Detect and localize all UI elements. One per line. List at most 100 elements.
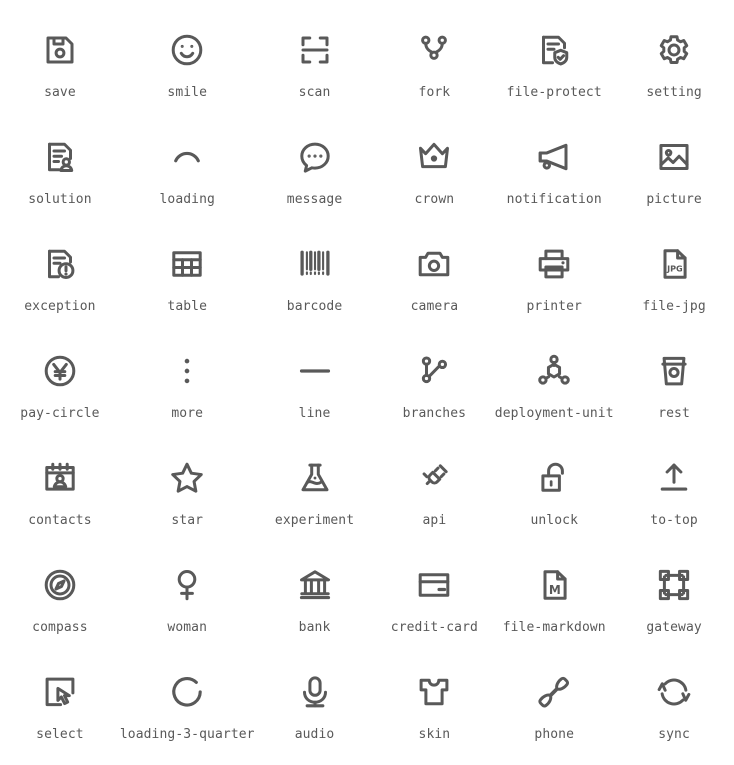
- icon-label: phone: [534, 727, 575, 742]
- icon-cell-solution[interactable]: solution: [0, 123, 120, 230]
- phone-icon[interactable]: [534, 672, 574, 712]
- icon-label: loading: [159, 192, 215, 207]
- deployment-unit-icon[interactable]: [534, 351, 574, 391]
- icon-cell-credit-card[interactable]: credit-card: [374, 551, 494, 658]
- loading-icon[interactable]: [167, 137, 207, 177]
- file-jpg-icon[interactable]: JPG: [654, 244, 694, 284]
- save-icon[interactable]: [40, 30, 80, 70]
- icon-cell-crown[interactable]: crown: [374, 123, 494, 230]
- icon-cell-smile[interactable]: smile: [120, 16, 255, 123]
- more-icon[interactable]: [167, 351, 207, 391]
- icon-label: table: [167, 299, 208, 314]
- icon-label: picture: [646, 192, 702, 207]
- icon-cell-loading[interactable]: loading: [120, 123, 255, 230]
- icon-cell-api[interactable]: api: [374, 444, 494, 551]
- icon-cell-file-jpg[interactable]: JPG file-jpg: [614, 230, 734, 337]
- crown-icon[interactable]: [414, 137, 454, 177]
- icon-cell-setting[interactable]: setting: [614, 16, 734, 123]
- to-top-icon[interactable]: [654, 458, 694, 498]
- icon-cell-gateway[interactable]: gateway: [614, 551, 734, 658]
- icon-cell-star[interactable]: star: [120, 444, 255, 551]
- icon-cell-more[interactable]: more: [120, 337, 255, 444]
- api-icon[interactable]: [414, 458, 454, 498]
- credit-card-icon[interactable]: [414, 565, 454, 605]
- audio-icon[interactable]: [295, 672, 335, 712]
- smile-icon[interactable]: [167, 30, 207, 70]
- icon-cell-printer[interactable]: printer: [494, 230, 614, 337]
- fork-icon[interactable]: [414, 30, 454, 70]
- table-icon[interactable]: [167, 244, 207, 284]
- line-icon[interactable]: [295, 351, 335, 391]
- icon-cell-notification[interactable]: notification: [494, 123, 614, 230]
- exception-icon[interactable]: [40, 244, 80, 284]
- icon-label: solution: [28, 192, 92, 207]
- icon-cell-message[interactable]: message: [255, 123, 375, 230]
- icon-cell-experiment[interactable]: experiment: [255, 444, 375, 551]
- setting-icon[interactable]: [654, 30, 694, 70]
- icon-cell-pay-circle[interactable]: pay-circle: [0, 337, 120, 444]
- icon-cell-compass[interactable]: compass: [0, 551, 120, 658]
- icon-cell-phone[interactable]: phone: [494, 658, 614, 765]
- icon-cell-select[interactable]: select: [0, 658, 120, 765]
- icon-cell-scan[interactable]: scan: [255, 16, 375, 123]
- experiment-icon[interactable]: [295, 458, 335, 498]
- skin-icon[interactable]: [414, 672, 454, 712]
- scan-icon[interactable]: [295, 30, 335, 70]
- icon-cell-camera[interactable]: camera: [374, 230, 494, 337]
- icon-cell-bank[interactable]: bank: [255, 551, 375, 658]
- message-icon[interactable]: [295, 137, 335, 177]
- icon-cell-branches[interactable]: branches: [374, 337, 494, 444]
- sync-icon[interactable]: [654, 672, 694, 712]
- icon-cell-rest[interactable]: rest: [614, 337, 734, 444]
- camera-icon[interactable]: [414, 244, 454, 284]
- icon-label: barcode: [286, 299, 343, 314]
- icon-cell-skin[interactable]: skin: [374, 658, 494, 765]
- branches-icon[interactable]: [414, 351, 454, 391]
- icon-label: gateway: [646, 620, 702, 635]
- icon-label: deployment-unit: [494, 406, 614, 421]
- pay-circle-icon[interactable]: [40, 351, 80, 391]
- gateway-icon[interactable]: [654, 565, 694, 605]
- icon-cell-audio[interactable]: audio: [255, 658, 375, 765]
- icon-cell-to-top[interactable]: to-top: [614, 444, 734, 551]
- icon-cell-loading-3-quarter[interactable]: loading-3-quarter: [120, 658, 255, 765]
- icon-cell-file-markdown[interactable]: Mfile-markdown: [494, 551, 614, 658]
- icon-cell-file-protect[interactable]: file-protect: [494, 16, 614, 123]
- contacts-icon[interactable]: [40, 458, 80, 498]
- notification-icon[interactable]: [534, 137, 574, 177]
- woman-icon[interactable]: [167, 565, 207, 605]
- star-icon[interactable]: [167, 458, 207, 498]
- icon-cell-contacts[interactable]: contacts: [0, 444, 120, 551]
- icon-cell-line[interactable]: line: [255, 337, 375, 444]
- icon-cell-fork[interactable]: fork: [374, 16, 494, 123]
- file-markdown-icon[interactable]: M: [534, 565, 574, 605]
- icon-label: camera: [410, 299, 459, 314]
- icon-cell-barcode[interactable]: barcode: [255, 230, 375, 337]
- loading-3-quarter-icon[interactable]: [167, 672, 207, 712]
- icon-label: to-top: [650, 513, 698, 528]
- icon-cell-exception[interactable]: exception: [0, 230, 120, 337]
- file-protect-icon[interactable]: [534, 30, 574, 70]
- icon-cell-save[interactable]: save: [0, 16, 120, 123]
- icon-label: file-protect: [506, 85, 602, 100]
- printer-icon[interactable]: [534, 244, 574, 284]
- compass-icon[interactable]: [40, 565, 80, 605]
- icon-cell-deployment-unit[interactable]: deployment-unit: [494, 337, 614, 444]
- svg-text:JPG: JPG: [666, 264, 683, 274]
- icon-label: scan: [298, 85, 331, 100]
- icon-cell-sync[interactable]: sync: [614, 658, 734, 765]
- barcode-icon[interactable]: [295, 244, 335, 284]
- icon-cell-unlock[interactable]: unlock: [494, 444, 614, 551]
- select-icon[interactable]: [40, 672, 80, 712]
- icon-label: branches: [402, 406, 467, 421]
- rest-icon[interactable]: [654, 351, 694, 391]
- unlock-icon[interactable]: [534, 458, 574, 498]
- icon-label: woman: [167, 620, 208, 635]
- bank-icon[interactable]: [295, 565, 335, 605]
- picture-icon[interactable]: [654, 137, 694, 177]
- solution-icon[interactable]: [40, 137, 80, 177]
- icon-cell-picture[interactable]: picture: [614, 123, 734, 230]
- icon-cell-table[interactable]: table: [120, 230, 255, 337]
- icon-label: api: [422, 513, 447, 528]
- icon-cell-woman[interactable]: woman: [120, 551, 255, 658]
